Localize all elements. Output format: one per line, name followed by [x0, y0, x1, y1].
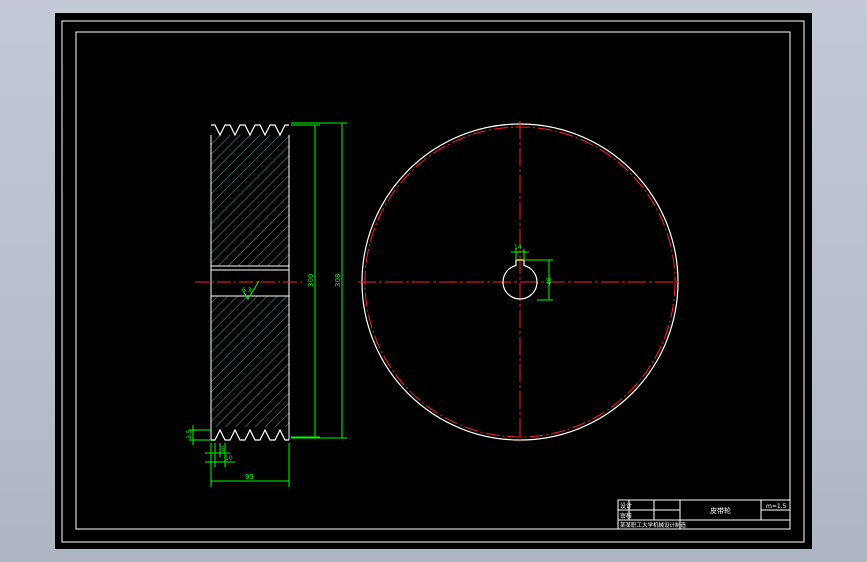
scale-text: m=1.5 — [766, 503, 787, 510]
section-hatch-upper — [211, 135, 289, 266]
dim-groove-depth: 2.5 — [186, 429, 193, 439]
front-dimensions — [511, 249, 553, 301]
dim-width: 95 — [245, 473, 254, 481]
pulley-drawing: 6.3 300 308 95 2.5 10 5 14 48 设计 审核 皮带轮 … — [61, 20, 805, 543]
title-label-check: 审核 — [620, 512, 632, 520]
dim-keyway-width: 14 — [514, 244, 522, 251]
dim-groove-pitch: 10 — [225, 455, 233, 462]
school-name: 某某职工大学机械设计制造 — [620, 521, 687, 529]
groove-profile-top — [211, 124, 289, 137]
title-label-design: 设计 — [620, 502, 632, 510]
dim-keyway-depth: 48 — [546, 277, 553, 285]
part-name: 皮带轮 — [710, 506, 731, 515]
dim-pitch-diameter: 300 — [307, 274, 315, 287]
cad-viewport[interactable]: 6.3 300 308 95 2.5 10 5 14 48 设计 审核 皮带轮 … — [55, 13, 812, 549]
dim-overall-diameter: 308 — [334, 274, 342, 287]
section-view: 6.3 — [195, 124, 305, 441]
section-hatch-lower — [211, 296, 289, 427]
inner-border — [75, 31, 791, 530]
groove-profile-bottom — [211, 428, 289, 441]
front-view — [358, 121, 682, 443]
dim-groove-edge: 5 — [221, 446, 225, 453]
roughness-value: 6.3 — [242, 287, 252, 294]
